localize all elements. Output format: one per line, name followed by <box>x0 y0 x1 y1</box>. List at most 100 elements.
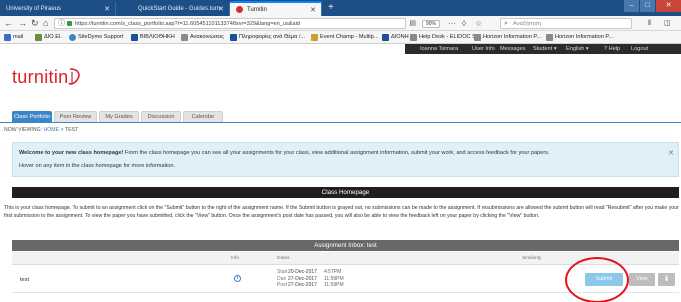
bookmark-label: Πληροφορίες ανά Θέμα /... <box>239 34 306 40</box>
post-date-line: Post27-Dec-2017 11:59PM <box>277 282 344 289</box>
table-row: test i Start20-Dec-2017 4:57PM Due 27-Dec-… <box>12 265 679 293</box>
bookmark-favicon-icon <box>410 34 417 41</box>
browser-tab-piraeus[interactable]: University of Piraeus ✕ <box>0 2 116 16</box>
bookmark-item[interactable]: Πληροφορίες ανά Θέμα /... <box>230 33 305 42</box>
zoom-indicator[interactable]: 90% <box>422 20 440 28</box>
bookmark-item[interactable]: SiteDymo Support <box>69 33 123 42</box>
bookmark-label: Horizon Information P... <box>555 34 614 40</box>
breadcrumb: NOW VIEWING: HOME > TEST <box>4 127 78 133</box>
time-value: 11:59PM <box>324 282 344 288</box>
messages-link[interactable]: Messages <box>500 45 526 53</box>
assignment-inbox-header: Assignment Inbox: test <box>12 240 679 251</box>
breadcrumb-home-link[interactable]: HOME <box>44 127 60 133</box>
new-tab-icon[interactable]: + <box>328 2 334 14</box>
tab-discussion[interactable]: Discussion <box>141 111 181 122</box>
close-icon[interactable]: ✕ <box>104 5 110 13</box>
help-link[interactable]: ? Help <box>604 45 620 53</box>
close-icon[interactable]: ✕ <box>668 150 674 157</box>
home-icon[interactable]: ⌂ <box>43 17 48 29</box>
window-close-icon[interactable]: ✕ <box>656 0 681 12</box>
bookmark-label: mail <box>13 34 24 40</box>
site-info-icon[interactable]: ⓘ <box>58 19 65 29</box>
reload-icon[interactable]: ↻ <box>31 17 39 29</box>
bookmark-favicon-icon <box>69 34 76 41</box>
sidebar-icon[interactable]: ◫ <box>664 18 671 29</box>
bookmark-label: ΒΙΒΛΙΟΘΗΚΗ <box>140 34 175 40</box>
bookmark-label: ΔΙΟΝΗ <box>391 34 409 40</box>
column-info: Info <box>231 256 240 261</box>
bookmark-favicon-icon <box>382 34 389 41</box>
bookmark-item[interactable]: Horizon Information P... <box>546 33 613 42</box>
browser-navbar: ← → ↻ ⌂ ⓘ https://turnitin.com/s_class_p… <box>0 16 681 31</box>
lock-icon <box>67 21 72 26</box>
reader-view-icon[interactable]: ▤ <box>409 20 416 28</box>
class-homepage-header: Class Homepage <box>12 187 679 198</box>
date-label: Post <box>277 282 288 288</box>
submit-button[interactable]: Submit <box>585 273 623 286</box>
bookmark-item[interactable]: mail <box>4 33 23 42</box>
welcome-heading: Welcome to your new class homepage! <box>19 150 124 156</box>
bookmark-label: Ανακοινώσεις <box>190 34 224 40</box>
back-icon[interactable]: ← <box>4 17 13 29</box>
bookmark-item[interactable]: Ανακοινώσεις <box>181 33 224 42</box>
bookmark-favicon-icon <box>35 34 42 41</box>
assignment-table-header: Info Dates Similarity <box>12 252 679 265</box>
close-icon[interactable]: ✕ <box>218 5 224 13</box>
download-icon[interactable]: ⬇ <box>658 273 675 286</box>
tab-my-grades[interactable]: My Grades <box>99 111 139 122</box>
pocket-icon[interactable]: ◊ <box>462 18 466 29</box>
mail-icon <box>4 34 11 41</box>
role-menu[interactable]: Student ▾ <box>533 45 557 53</box>
tab-title: QuickStart Guide - Guides.turn <box>138 6 221 12</box>
close-icon[interactable]: ✕ <box>310 6 316 14</box>
logo-text: turnitin <box>12 66 69 87</box>
browser-tab-turnitin[interactable]: Turnitin ✕ <box>230 1 322 16</box>
search-input[interactable]: ⌕ Αναζήτηση <box>500 18 632 29</box>
column-dates: Dates <box>277 256 290 261</box>
bookmark-item[interactable]: ΔΙΟ.ΕΙ. <box>35 33 62 42</box>
turnitin-logo[interactable]: turnitin <box>12 60 83 94</box>
address-bar[interactable]: ⓘ https://turnitin.com/s_class_portfolio… <box>54 18 416 29</box>
tab-calendar[interactable]: Calendar <box>183 111 223 122</box>
user-info-link[interactable]: User Info <box>472 45 495 53</box>
tab-peer-review[interactable]: Peer Review <box>54 111 97 122</box>
welcome-hint: Hover on any item in the class homepage … <box>19 163 176 169</box>
bookmark-label: SiteDymo Support <box>78 34 124 40</box>
info-icon[interactable]: i <box>234 275 241 282</box>
welcome-text: Welcome to your new class homepage! From… <box>19 150 550 156</box>
breadcrumb-prefix: NOW VIEWING: <box>4 127 43 133</box>
bookmark-item[interactable]: Help Desk - ELIDOC Sy... <box>410 33 483 42</box>
view-button[interactable]: View <box>629 273 655 286</box>
column-similarity: Similarity <box>522 256 542 261</box>
logout-link[interactable]: Logout <box>631 45 648 53</box>
minimize-icon[interactable]: – <box>624 0 639 12</box>
bookmarks-toolbar: mail ΔΙΟ.ΕΙ. SiteDymo Support ΒΙΒΛΙΟΘΗΚΗ… <box>0 31 681 44</box>
search-placeholder: Αναζήτηση <box>513 21 542 27</box>
library-icon[interactable]: ⫴ <box>648 18 651 29</box>
bookmark-item[interactable]: Event Champ - Multip... <box>311 33 378 42</box>
bookmark-favicon-icon <box>181 34 188 41</box>
tab-class-portfolio[interactable]: Class Portfolio <box>12 111 52 122</box>
forward-icon[interactable]: → <box>18 17 27 29</box>
bookmark-item[interactable]: ΔΙΟΝΗ <box>382 33 409 42</box>
bookmark-label: Horizon Information P... <box>483 34 542 40</box>
bookmark-favicon-icon <box>131 34 138 41</box>
logo-swoosh-icon <box>68 68 81 85</box>
browser-tab-quickstart[interactable]: QuickStart Guide - Guides.turn ✕ <box>116 2 230 16</box>
tab-underline <box>0 122 681 123</box>
bookmark-label: ΔΙΟ.ΕΙ. <box>44 34 63 40</box>
homepage-instructions: This is your class homepage. To submit t… <box>4 205 679 219</box>
bookmark-star-icon[interactable]: ☆ <box>475 18 482 29</box>
tab-title: Turnitin <box>247 6 267 13</box>
search-icon: ⌕ <box>504 20 508 27</box>
maximize-icon[interactable]: □ <box>640 0 655 12</box>
bookmark-item[interactable]: ΒΙΒΛΙΟΘΗΚΗ <box>131 33 175 42</box>
bookmark-item[interactable]: Horizon Information P... <box>474 33 541 42</box>
language-menu[interactable]: English ▾ <box>566 45 589 53</box>
page-actions-icon[interactable]: ··· <box>448 18 456 29</box>
bookmark-favicon-icon <box>546 34 553 41</box>
bookmark-label: Event Champ - Multip... <box>320 34 379 40</box>
user-name-link[interactable]: Ioanna Tsimara <box>420 45 458 53</box>
tab-title: University of Piraeus <box>6 6 62 12</box>
browser-tab-bar: University of Piraeus ✕ QuickStart Guide… <box>0 0 681 16</box>
